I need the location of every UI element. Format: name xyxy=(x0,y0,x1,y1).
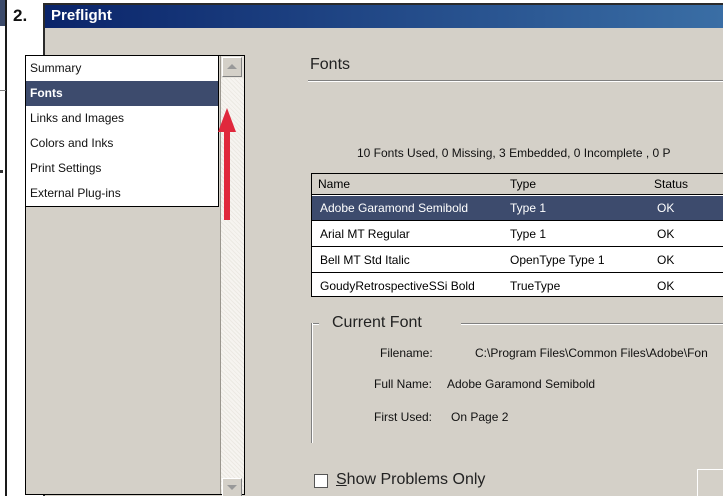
table-row[interactable]: Bell MT Std Italic OpenType Type 1 OK xyxy=(312,248,723,273)
font-type: Type 1 xyxy=(510,227,547,241)
sidebar-item-print-settings[interactable]: Print Settings xyxy=(26,156,218,181)
category-list: Summary Fonts Links and Images Colors an… xyxy=(26,56,219,207)
column-header-name[interactable]: Name xyxy=(318,174,350,195)
filename-label: Filename: xyxy=(380,346,433,360)
column-header-status[interactable]: Status xyxy=(654,174,688,195)
panel-title: Fonts xyxy=(310,56,351,73)
sidebar-item-summary[interactable]: Summary xyxy=(26,56,218,81)
first-used-value: On Page 2 xyxy=(451,410,509,424)
full-name-value: Adobe Garamond Semibold xyxy=(447,377,596,391)
font-type: OpenType Type 1 xyxy=(510,253,605,267)
font-name: GoudyRetrospectiveSSi Bold xyxy=(320,279,475,293)
table-row[interactable]: Adobe Garamond Semibold Type 1 OK xyxy=(312,196,723,221)
scroll-down-arrow-icon[interactable] xyxy=(222,478,242,496)
sidebar-item-colors-and-inks[interactable]: Colors and Inks xyxy=(26,131,218,156)
font-name: Bell MT Std Italic xyxy=(320,253,410,267)
show-problems-checkbox[interactable] xyxy=(314,474,328,488)
table-header: Name Type Status xyxy=(312,174,723,195)
sidebar-item-fonts[interactable]: Fonts xyxy=(26,81,218,106)
show-problems-label[interactable]: Show Problems Only xyxy=(336,471,485,489)
sidebar-item-links-and-images[interactable]: Links and Images xyxy=(26,106,218,131)
divider xyxy=(0,90,6,91)
filename-value: C:\Program Files\Common Files\Adobe\Fon xyxy=(475,346,708,360)
group-border xyxy=(311,323,313,443)
previous-figure-edge xyxy=(0,0,8,496)
full-name-label: Full Name: xyxy=(374,377,433,391)
dialog-button[interactable] xyxy=(697,469,723,496)
font-status: OK xyxy=(657,279,675,293)
annotation-arrow-icon xyxy=(218,108,236,220)
first-used-label: First Used: xyxy=(374,410,433,424)
sidebar-item-external-plug-ins[interactable]: External Plug-ins xyxy=(26,181,218,206)
font-status: OK xyxy=(657,227,675,241)
category-listbox[interactable]: Summary Fonts Links and Images Colors an… xyxy=(25,55,245,496)
scroll-up-arrow-icon[interactable] xyxy=(222,57,242,77)
title-divider xyxy=(308,80,723,82)
text-fragment xyxy=(0,170,3,173)
font-type: TrueType xyxy=(510,279,561,293)
fonts-table[interactable]: Name Type Status Adobe Garamond Semibold… xyxy=(311,173,723,297)
font-name: Arial MT Regular xyxy=(320,227,410,241)
group-border xyxy=(461,323,723,325)
figure-border xyxy=(5,0,7,496)
title-bar[interactable]: Preflight xyxy=(45,5,723,28)
font-status: OK xyxy=(657,201,675,215)
column-header-type[interactable]: Type xyxy=(510,174,536,195)
table-row[interactable]: Arial MT Regular Type 1 OK xyxy=(312,222,723,247)
window-title: Preflight xyxy=(51,7,112,24)
fonts-summary: 10 Fonts Used, 0 Missing, 3 Embedded, 0 … xyxy=(357,146,671,160)
font-type: Type 1 xyxy=(510,201,547,215)
table-row[interactable]: GoudyRetrospectiveSSi Bold TrueType OK xyxy=(312,274,723,299)
step-number: 2. xyxy=(13,6,28,25)
font-status: OK xyxy=(657,253,675,267)
current-font-group-title: Current Font xyxy=(332,314,422,331)
font-name: Adobe Garamond Semibold xyxy=(320,201,469,215)
